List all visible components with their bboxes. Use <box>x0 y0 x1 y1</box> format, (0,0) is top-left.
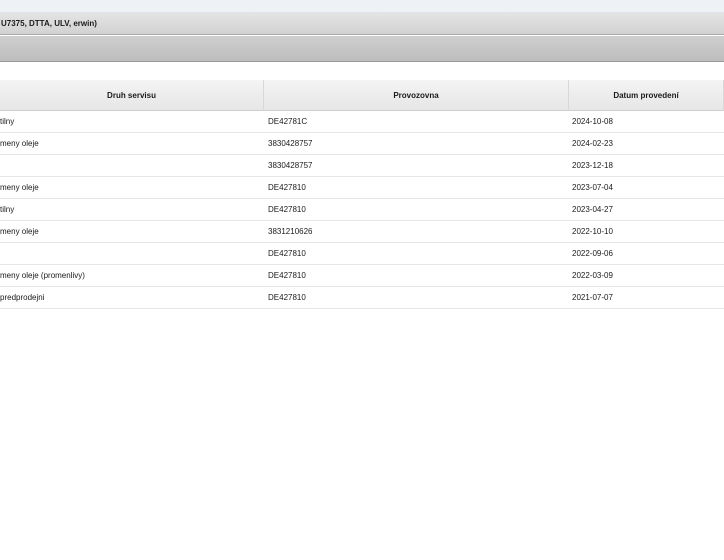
table-row[interactable]: tilny DE427810 2023-04-27 <box>0 199 724 221</box>
cell-date: 2022-10-10 <box>572 227 613 236</box>
cell-date: 2023-12-18 <box>572 161 613 170</box>
cell-date: 2022-09-06 <box>572 249 613 258</box>
cell-service-type: tilny <box>0 117 15 126</box>
table-row[interactable]: 3830428757 2023-12-18 <box>0 155 724 177</box>
cell-workshop: 3830428757 <box>268 161 313 170</box>
cell-service-type <box>0 155 264 176</box>
table-row[interactable]: meny oleje 3831210626 2022-10-10 <box>0 221 724 243</box>
cell-date: 2021-07-07 <box>572 293 613 302</box>
table-row[interactable]: predprodejni DE427810 2021-07-07 <box>0 287 724 309</box>
window-title: U7375, DTTA, ULV, erwin) <box>0 13 724 35</box>
cell-workshop: 3831210626 <box>268 227 313 236</box>
table-row[interactable]: tilny DE42781C 2024-10-08 <box>0 111 724 133</box>
cell-date: 2022-03-09 <box>572 271 613 280</box>
cell-workshop: DE42781C <box>268 117 308 126</box>
table-row[interactable]: meny oleje 3830428757 2024-02-23 <box>0 133 724 155</box>
cell-service-type: tilny <box>0 205 15 214</box>
table-row[interactable]: meny oleje (promenlivy) DE427810 2022-03… <box>0 265 724 287</box>
cell-service-type <box>0 243 264 264</box>
cell-service-type: meny oleje <box>0 183 39 192</box>
cell-date: 2024-10-08 <box>572 117 613 126</box>
table-row[interactable]: meny oleje DE427810 2023-07-04 <box>0 177 724 199</box>
cell-date: 2023-07-04 <box>572 183 613 192</box>
cell-date: 2024-02-23 <box>572 139 613 148</box>
cell-workshop: DE427810 <box>268 249 306 258</box>
browser-top-strip <box>0 0 724 13</box>
cell-date: 2023-04-27 <box>572 205 613 214</box>
column-header-service-type[interactable]: Druh servisu <box>0 80 264 111</box>
toolbar <box>0 36 724 62</box>
cell-workshop: DE427810 <box>268 293 306 302</box>
column-header-workshop[interactable]: Provozovna <box>264 80 569 111</box>
cell-workshop: DE427810 <box>268 271 306 280</box>
table-row[interactable]: DE427810 2022-09-06 <box>0 243 724 265</box>
cell-service-type: meny oleje <box>0 227 39 236</box>
cell-workshop: 3830428757 <box>268 139 313 148</box>
service-history-table: Druh servisu Provozovna Datum provedení … <box>0 80 724 309</box>
cell-workshop: DE427810 <box>268 183 306 192</box>
cell-service-type: meny oleje <box>0 139 39 148</box>
cell-service-type: predprodejni <box>0 293 45 302</box>
cell-workshop: DE427810 <box>268 205 306 214</box>
column-header-date[interactable]: Datum provedení <box>569 80 724 111</box>
table-header: Druh servisu Provozovna Datum provedení <box>0 80 724 111</box>
cell-service-type: meny oleje (promenlivy) <box>0 271 85 280</box>
